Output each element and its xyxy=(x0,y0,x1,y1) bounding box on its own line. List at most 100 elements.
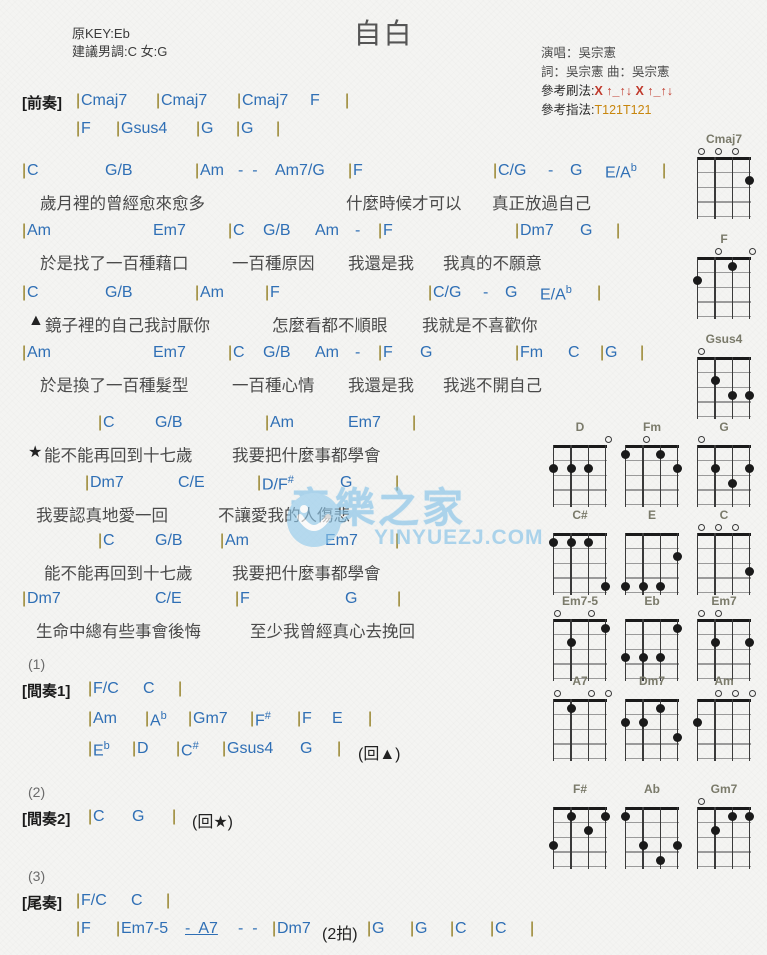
lyric-text: 我逃不開自己 xyxy=(443,377,542,395)
lyric-text: 我就是不喜歡你 xyxy=(422,317,538,335)
string-line xyxy=(642,445,644,507)
fret-line xyxy=(697,201,751,203)
open-string-markers xyxy=(620,523,684,533)
chord-label: Gm7 xyxy=(193,710,228,727)
chord-label: Am xyxy=(225,532,249,549)
chord-label: Dm7 xyxy=(520,222,554,239)
credits-block: 演唱：吳宗憲 詞：吳宗憲 曲：吳宗憲 參考刷法:X ↑_↑↓ X ↑_↑↓ 參考… xyxy=(541,44,751,120)
strum-label: 參考刷法: xyxy=(541,84,595,98)
chord-label: C/G xyxy=(433,284,462,301)
bar-separator: | xyxy=(196,120,201,137)
accidental-superscript: # xyxy=(264,710,271,722)
string-line xyxy=(748,157,751,219)
chord-label: Am xyxy=(27,344,51,361)
lyric-text: 我要把什麼事都學會 xyxy=(232,565,381,583)
chord-label: G xyxy=(415,920,428,937)
fret-line xyxy=(697,171,751,174)
repeat-marker: (2拍) xyxy=(322,926,358,943)
fret-line xyxy=(625,743,679,745)
chord-label: Am xyxy=(93,710,117,727)
music-line: ▲ 鏡子裡的自己我討厭你 怎麼看都不順眼 我就是不喜歡你 xyxy=(0,312,545,342)
string-line xyxy=(697,699,699,761)
lyric-text: 歲月裡的曾經愈來愈多 xyxy=(40,195,205,213)
chord-label: Ab xyxy=(150,710,167,730)
bar-separator: | xyxy=(166,892,171,909)
chord-label: G xyxy=(132,808,145,825)
string-line xyxy=(676,699,679,761)
bar-separator: | xyxy=(265,284,270,301)
chord-label: G xyxy=(345,590,358,607)
finger-dot xyxy=(583,537,593,547)
open-string-circle-icon xyxy=(714,690,722,697)
chord-label: Am xyxy=(315,344,339,361)
nut-line xyxy=(553,445,607,448)
open-string-circle-icon xyxy=(642,436,650,443)
nut-line xyxy=(553,807,607,810)
bar-separator: | xyxy=(348,162,353,179)
chord-diagram-name: E xyxy=(647,508,656,522)
repeat-marker: ▲ xyxy=(28,312,44,329)
finger-dot xyxy=(583,826,593,836)
finger-dot xyxy=(601,811,611,821)
music-line: 歲月裡的曾經愈來愈多 什麼時候才可以 真正放過自己 xyxy=(0,190,591,220)
fret-line xyxy=(625,713,679,716)
open-string-markers xyxy=(692,147,756,157)
chord-label: E/Ab xyxy=(540,284,572,304)
chord-label: F xyxy=(81,920,91,937)
string-line xyxy=(714,445,716,507)
string-line xyxy=(570,445,572,507)
bar-separator: | xyxy=(412,414,417,431)
fret-line xyxy=(697,371,751,374)
finger-dot xyxy=(601,581,611,591)
chord-label: Am7/G xyxy=(275,162,325,179)
nut-line xyxy=(697,157,751,160)
section-number: (2) xyxy=(28,784,46,800)
open-string-markers xyxy=(692,347,756,357)
open-string-markers xyxy=(548,609,612,619)
chord-label: Em7 xyxy=(153,344,186,361)
repeat-marker: ★ xyxy=(28,444,43,461)
bar-separator: | xyxy=(367,920,372,937)
music-line: | F | Em7-5- A7- - | Dm7 (2拍) | G | G | C | C | xyxy=(0,920,545,950)
string-line xyxy=(676,445,679,507)
chord-label: G xyxy=(580,222,593,239)
bar-separator: | xyxy=(222,740,227,757)
fretboard-grid xyxy=(697,157,755,219)
chord-label: C/E xyxy=(155,590,182,607)
string-line xyxy=(697,619,699,681)
music-line: 我要認真地愛一回 不讓愛我的人傷悲 xyxy=(0,502,545,532)
finger-dot xyxy=(673,552,683,562)
chord-diagram: C xyxy=(692,508,756,595)
bar-separator: | xyxy=(493,162,498,179)
music-line: | C G/B | Am | F | C/G - G E/Ab | xyxy=(0,284,601,314)
chord-label: Am xyxy=(270,414,294,431)
chord-label: Am xyxy=(200,162,224,179)
fretboard-grid xyxy=(553,699,607,761)
section-label: [尾奏] xyxy=(22,895,62,912)
bar-separator: | xyxy=(450,920,455,937)
string-line xyxy=(697,257,699,319)
fret-line xyxy=(553,504,607,506)
finger-dot xyxy=(745,464,755,474)
chord-label: Em7 xyxy=(325,532,358,549)
chord-label: Cmaj7 xyxy=(81,92,128,109)
strum-pattern-line: 參考刷法:X ↑_↑↓ X ↑_↑↓ xyxy=(541,82,751,101)
chord-diagram: E xyxy=(620,508,684,595)
chord-label: G/B xyxy=(263,344,291,361)
chord-label: Am xyxy=(200,284,224,301)
lyric-text: 能不能再回到十七歲 xyxy=(44,565,193,583)
chord-label: G xyxy=(570,162,583,179)
finger-dot xyxy=(655,703,665,713)
lyric-text: 什麼時候才可以 xyxy=(346,195,462,213)
chord-label: G xyxy=(340,474,353,491)
string-line xyxy=(714,619,716,681)
finger-dot xyxy=(745,811,755,821)
nut-line xyxy=(625,533,679,536)
music-line: 能不能再回到十七歲 我要把什麼事都學會 xyxy=(0,560,545,590)
fretboard-grid xyxy=(697,445,755,507)
bar-separator: | xyxy=(98,532,103,549)
chord-label: F# xyxy=(255,710,271,730)
finger-dot xyxy=(566,703,576,713)
chord-label: Em7 xyxy=(153,222,186,239)
finger-dot xyxy=(710,826,720,836)
